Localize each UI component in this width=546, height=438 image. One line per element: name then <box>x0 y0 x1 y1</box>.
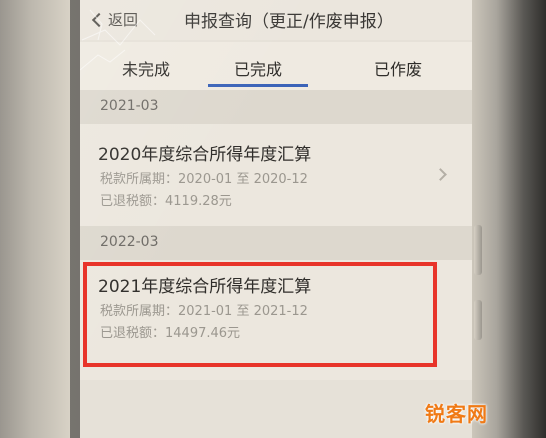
screen-crack-marks <box>80 9 156 71</box>
declaration-record[interactable]: 2020年度综合所得年度汇算 税款所属期：2020-01 至 2020-12 已… <box>80 124 472 226</box>
page-title: 申报查询（更正/作废申报） <box>184 12 394 32</box>
tab-completed[interactable]: 已完成 <box>234 56 282 80</box>
list-empty-area <box>80 380 472 438</box>
watermark-logo: 锐客网 <box>425 402 488 426</box>
phone-bezel-right <box>470 0 546 438</box>
highlight-annotation-box <box>83 262 437 367</box>
selected-tab-indicator <box>208 84 308 87</box>
tab-voided[interactable]: 已作废 <box>374 56 422 80</box>
phone-side-button <box>474 300 482 340</box>
group-date-header: 2022-03 <box>80 226 472 260</box>
record-period: 税款所属期：2020-01 至 2020-12 <box>100 172 308 187</box>
phone-side-button <box>474 225 482 275</box>
record-refund: 已退税额：4119.28元 <box>100 194 232 209</box>
phone-bezel-left <box>0 0 70 438</box>
record-title: 2020年度综合所得年度汇算 <box>98 145 312 165</box>
group-date: 2022-03 <box>100 234 159 250</box>
chevron-right-icon <box>434 168 447 181</box>
